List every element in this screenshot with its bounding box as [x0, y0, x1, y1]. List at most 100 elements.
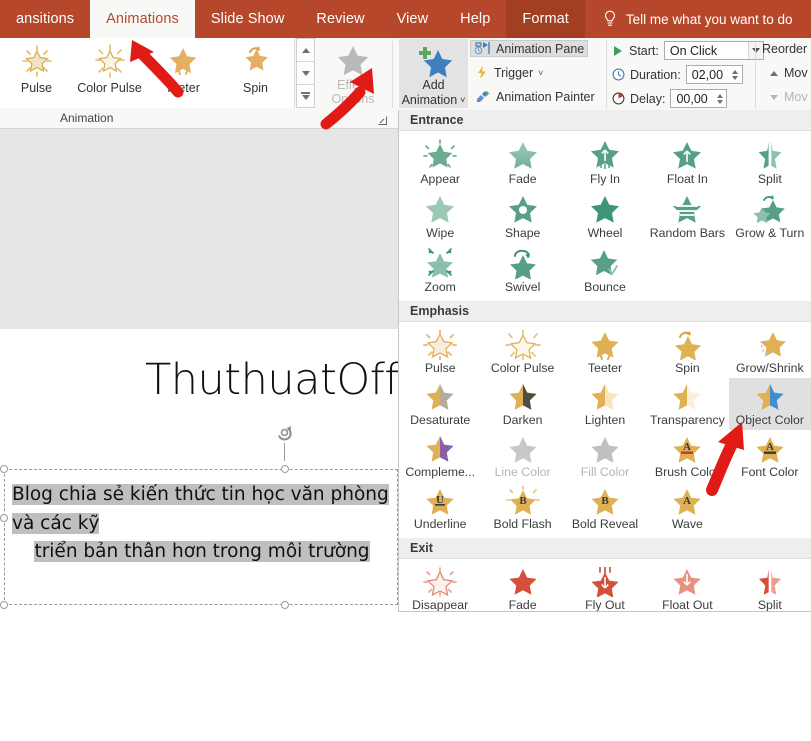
effect-exit-fade[interactable]: Fade	[481, 563, 563, 612]
spin-star-icon	[236, 42, 276, 80]
effect-underline[interactable]: U Underline	[399, 482, 481, 534]
effect-fly-in[interactable]: Fly In	[564, 135, 646, 189]
start-row: Start: On Click	[612, 41, 764, 60]
effect-wave[interactable]: A Wave	[646, 482, 728, 534]
effect-darken[interactable]: Darken	[481, 378, 563, 430]
effect-teeter[interactable]: Teeter	[564, 326, 646, 378]
tab-label: Help	[460, 11, 490, 27]
effect-desaturate[interactable]: Desaturate	[399, 378, 481, 430]
gallery-scroll-buttons[interactable]	[296, 38, 315, 108]
animation-painter-button[interactable]: Animation Painter	[472, 88, 598, 105]
gallery-item-teeter[interactable]: Teeter	[146, 38, 219, 95]
tab-slide-show[interactable]: Slide Show	[195, 0, 301, 38]
gallery-item-color-pulse[interactable]: Color Pulse	[73, 38, 146, 95]
effect-disappear[interactable]: Disappear	[399, 563, 481, 612]
effect-random-bars[interactable]: Random Bars	[646, 189, 728, 243]
effect-label: Lighten	[585, 413, 625, 427]
effect-label: Float Out	[662, 598, 713, 612]
effect-swivel[interactable]: Swivel	[481, 243, 563, 297]
effect-spin[interactable]: Spin	[646, 326, 728, 378]
effect-label: Teeter	[588, 361, 622, 375]
effect-bounce[interactable]: Bounce	[564, 243, 646, 297]
delay-clock-icon	[612, 92, 625, 105]
selected-text-box[interactable]: Blog chia sẻ kiến thức tin học văn phòng…	[4, 469, 398, 605]
color-pulse-star-icon	[90, 42, 130, 80]
tab-view[interactable]: View	[381, 0, 445, 38]
effect-object-color[interactable]: Object Color	[729, 378, 811, 430]
resize-handle-tm[interactable]	[281, 465, 289, 473]
grid-filler	[729, 243, 811, 297]
effect-brush-color[interactable]: A Brush Color	[646, 430, 728, 482]
svg-text:B: B	[519, 495, 527, 507]
gray-star-icon	[335, 44, 371, 78]
animation-pane-button[interactable]: Animation Pane	[470, 40, 588, 57]
start-dropdown[interactable]: On Click	[664, 41, 764, 60]
effect-bold-flash[interactable]: B Bold Flash	[481, 482, 563, 534]
tab-review[interactable]: Review	[300, 0, 380, 38]
tab-format[interactable]: Format	[506, 0, 585, 38]
swivel-icon	[504, 247, 542, 279]
effect-fly-out[interactable]: Fly Out	[564, 563, 646, 612]
rotation-handle[interactable]	[275, 423, 294, 442]
effect-label: Font Color	[741, 465, 798, 479]
tell-me-search[interactable]: Tell me what you want to do	[585, 0, 805, 38]
effect-wipe[interactable]: Wipe	[399, 189, 481, 243]
dialog-launcher-icon[interactable]	[378, 116, 387, 125]
darken-icon	[504, 382, 542, 412]
resize-handle-tl[interactable]	[0, 465, 8, 473]
clock-icon	[612, 68, 625, 81]
effect-label: Disappear	[412, 598, 468, 612]
exit-fade-icon	[504, 567, 542, 597]
move-later-button[interactable]: Mov	[770, 90, 808, 104]
resize-handle-ml[interactable]	[0, 514, 8, 522]
effect-complementary-color[interactable]: Compleme...	[399, 430, 481, 482]
duration-spinner[interactable]: 02,00	[686, 65, 743, 84]
effect-exit-split[interactable]: Split	[729, 563, 811, 612]
ribbon-tab-bar: ansitions Animations Slide Show Review V…	[0, 0, 811, 38]
effect-transparency[interactable]: Transparency	[646, 378, 728, 430]
effect-bold-reveal[interactable]: B Bold Reveal	[564, 482, 646, 534]
gallery-scroll-down-button[interactable]	[297, 62, 314, 85]
tab-animations[interactable]: Animations	[90, 0, 195, 38]
effect-label: Fade	[509, 598, 537, 612]
gallery-item-spin[interactable]: Spin	[219, 38, 292, 95]
gallery-more-button[interactable]	[297, 85, 314, 107]
gallery-item-pulse[interactable]: Pulse	[0, 38, 73, 95]
effect-split[interactable]: Split	[729, 135, 811, 189]
effect-float-in[interactable]: Float In	[646, 135, 728, 189]
effect-wheel[interactable]: Wheel	[564, 189, 646, 243]
random-bars-icon	[668, 193, 706, 225]
spinner-arrows[interactable]	[713, 90, 726, 107]
effect-grow-shrink[interactable]: Grow/Shrink	[729, 326, 811, 378]
effect-grow-turn[interactable]: Grow & Turn	[729, 189, 811, 243]
effect-shape[interactable]: Shape	[481, 189, 563, 243]
effect-lighten[interactable]: Lighten	[564, 378, 646, 430]
delay-spinner[interactable]: 00,00	[670, 89, 727, 108]
effect-color-pulse[interactable]: Color Pulse	[481, 326, 563, 378]
tab-help[interactable]: Help	[444, 0, 506, 38]
triangle-down-icon	[770, 95, 778, 100]
animation-gallery[interactable]: Pulse Color Pulse Teeter Sp	[0, 38, 295, 108]
fade-icon	[504, 139, 542, 171]
effect-float-out[interactable]: Float Out	[646, 563, 728, 612]
effect-fill-color[interactable]: Fill Color	[564, 430, 646, 482]
effect-fade[interactable]: Fade	[481, 135, 563, 189]
wave-icon: A	[668, 486, 706, 516]
tab-transitions[interactable]: ansitions	[0, 0, 90, 38]
trigger-button[interactable]: Trigger ˅	[472, 64, 546, 81]
effect-line-color[interactable]: Line Color	[481, 430, 563, 482]
effect-pulse[interactable]: Pulse	[399, 326, 481, 378]
add-animation-dropdown-panel[interactable]: Entrance Appear Fade Fly I	[398, 110, 811, 612]
effect-font-color[interactable]: A Font Color	[729, 430, 811, 482]
effect-zoom[interactable]: Zoom	[399, 243, 481, 297]
trigger-label: Trigger	[494, 66, 533, 80]
spinner-arrows[interactable]	[729, 66, 742, 83]
gallery-scroll-up-button[interactable]	[297, 39, 314, 62]
move-earlier-button[interactable]: Mov	[770, 66, 808, 80]
slide-canvas[interactable]: ThuthuatOffic Blog chia sẻ kiến thức tin…	[0, 329, 398, 741]
slide-title[interactable]: ThuthuatOffic	[145, 355, 434, 405]
resize-handle-bl[interactable]	[0, 601, 8, 609]
resize-handle-bm[interactable]	[281, 601, 289, 609]
effect-appear[interactable]: Appear	[399, 135, 481, 189]
effect-label: Grow & Turn	[735, 226, 804, 240]
